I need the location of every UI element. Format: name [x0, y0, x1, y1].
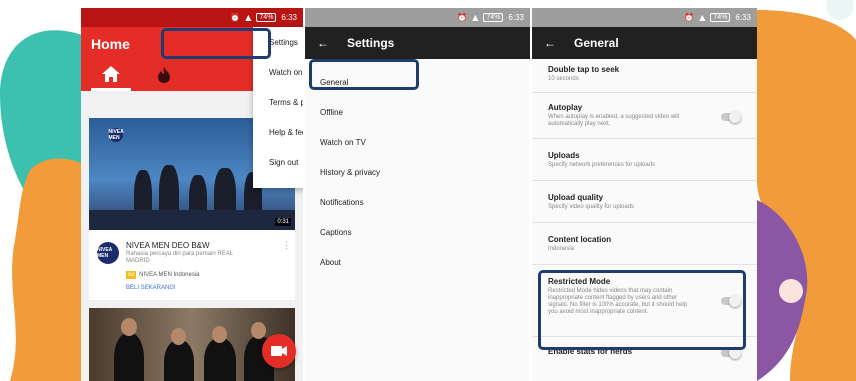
settings-list: General Offline Watch on TV History & pr… [305, 59, 530, 277]
setting-double-tap[interactable]: Double tap to seek 10 seconds [532, 59, 757, 93]
clock: 6:33 [735, 13, 751, 22]
setting-label: Autoplay [548, 103, 583, 112]
video-duration: 0:31 [275, 218, 291, 226]
video-description: Rahasia percaya diri para pemain REAL MA… [126, 251, 233, 264]
back-arrow-icon[interactable]: ← [305, 36, 335, 50]
ad-row: Ad NIVEA MEN Indonesia [126, 271, 200, 279]
setting-uploads[interactable]: Uploads Specify network preferences for … [532, 139, 757, 181]
tab-indicator [91, 88, 131, 91]
video-title: NIVEA MEN DEO B&W [126, 241, 210, 250]
person-figure [164, 340, 194, 381]
settings-item-offline[interactable]: Offline [305, 97, 530, 127]
home-icon [102, 66, 120, 82]
more-options-icon[interactable]: ⋮ [282, 240, 291, 251]
highlight-box [309, 59, 419, 90]
setting-description: Indonesia [548, 246, 575, 252]
signal-icon: ▲ [245, 13, 252, 22]
person-figure [204, 338, 236, 381]
page-title: Settings [347, 36, 395, 50]
battery-indicator: 74% [710, 13, 731, 22]
settings-screen: ⏰ ▲ 74% 6:33 ← Settings General Offline … [305, 8, 530, 381]
face [212, 326, 227, 343]
settings-item-notifications[interactable]: Notifications [305, 187, 530, 217]
toolbar: ← Settings [305, 27, 530, 59]
stats-for-nerds-toggle[interactable] [721, 347, 741, 359]
battery-indicator: 74% [256, 13, 277, 22]
ad-badge: Ad [126, 271, 137, 279]
battery-indicator: 74% [483, 13, 504, 22]
face [121, 318, 137, 336]
upload-button[interactable] [262, 334, 296, 368]
advertiser-name: NIVEA MEN Indonesia [139, 272, 200, 278]
face [251, 322, 266, 339]
status-bar: ⏰ ▲ 74% 6:33 [305, 8, 530, 27]
setting-upload-quality[interactable]: Upload quality Specify video quality for… [532, 181, 757, 223]
person-figure [114, 333, 144, 381]
setting-label: Upload quality [548, 193, 604, 202]
settings-item-watch-on-tv[interactable]: Watch on TV [305, 127, 530, 157]
status-bar: ⏰ ▲ 74% 6:33 [532, 8, 757, 27]
menu-item-terms[interactable]: Terms & privacy policy [253, 87, 303, 117]
toolbar: ← General [532, 27, 757, 59]
video-info[interactable]: NIVEA MEN NIVEA MEN DEO B&W Rahasia perc… [89, 230, 295, 300]
setting-content-location[interactable]: Content location Indonesia [532, 223, 757, 265]
menu-item-sign-out[interactable]: Sign out [253, 147, 303, 177]
highlight-box [161, 28, 271, 59]
channel-avatar[interactable]: NIVEA MEN [97, 242, 119, 264]
alarm-icon: ⏰ [457, 13, 468, 22]
setting-label: Double tap to seek [548, 65, 620, 74]
alarm-icon: ⏰ [230, 13, 241, 22]
page-title: General [574, 36, 619, 50]
settings-item-history-privacy[interactable]: History & privacy [305, 157, 530, 187]
menu-item-help[interactable]: Help & feedback [253, 117, 303, 147]
setting-description: 10 seconds [548, 76, 579, 82]
clock: 6:33 [508, 13, 524, 22]
setting-description: When autoplay is enabled, a suggested vi… [548, 114, 680, 127]
general-settings-screen: ⏰ ▲ 74% 6:33 ← General Double tap to see… [532, 8, 757, 381]
highlight-box [538, 270, 746, 350]
signal-icon: ▲ [472, 13, 479, 22]
nivea-logo: NIVEA MEN [108, 128, 124, 142]
youtube-home-screen: ⏰ ▲ 74% 6:33 Home NIVEA MEN 0:31 NIVEA M… [81, 8, 303, 381]
cta-link[interactable]: BELI SEKARANG! [126, 285, 176, 291]
stage-floor [89, 210, 295, 230]
camera-icon [271, 346, 287, 356]
alarm-icon: ⏰ [684, 13, 695, 22]
autoplay-toggle[interactable] [721, 111, 741, 123]
settings-item-captions[interactable]: Captions [305, 217, 530, 247]
setting-description: Specify network preferences for uploads [548, 162, 656, 168]
face [171, 328, 186, 345]
back-arrow-icon[interactable]: ← [532, 36, 562, 50]
tab-home[interactable] [91, 65, 131, 91]
menu-item-watch-on-tv[interactable]: Watch on TV [253, 57, 303, 87]
setting-description: Specify video quality for uploads [548, 204, 635, 210]
signal-icon: ▲ [699, 13, 706, 22]
status-bar: ⏰ ▲ 74% 6:33 [81, 8, 303, 27]
setting-label: Uploads [548, 151, 580, 160]
trending-icon[interactable] [157, 67, 171, 86]
settings-item-about[interactable]: About [305, 247, 530, 277]
clock: 6:33 [281, 13, 297, 22]
setting-label: Content location [548, 235, 612, 244]
setting-autoplay[interactable]: Autoplay When autoplay is enabled, a sug… [532, 93, 757, 139]
